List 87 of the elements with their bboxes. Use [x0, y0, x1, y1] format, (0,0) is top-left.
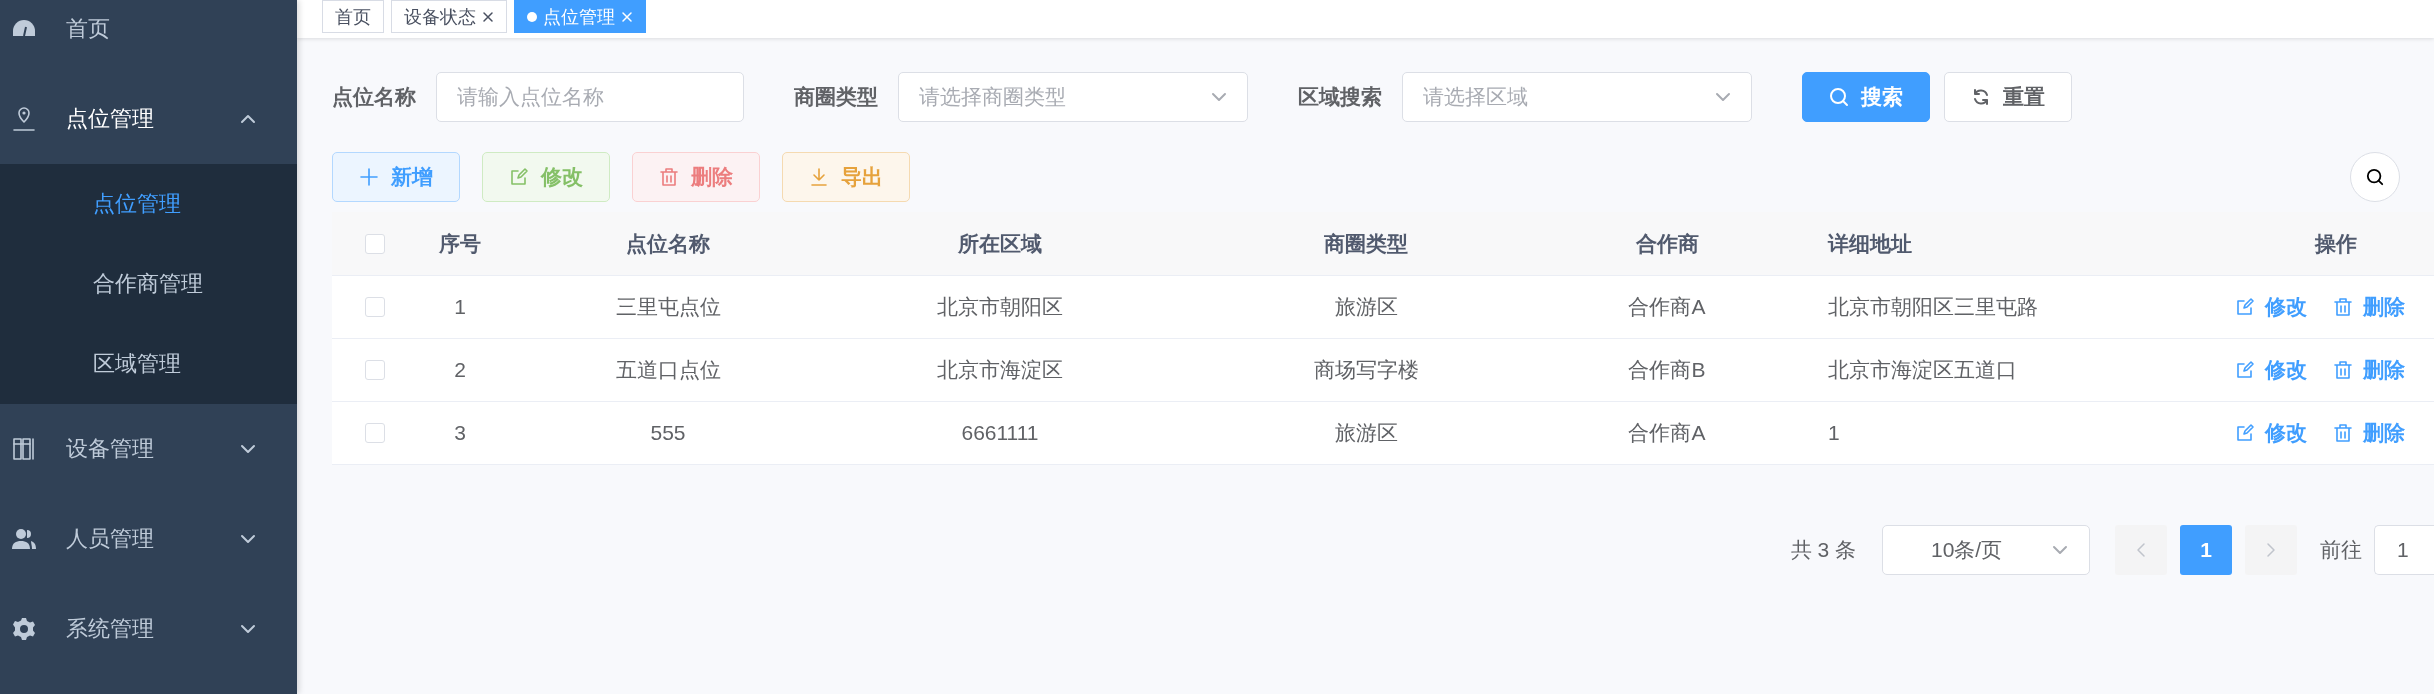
- next-page-button[interactable]: [2245, 525, 2297, 575]
- goto-label: 前往: [2320, 537, 2362, 563]
- people-icon: [12, 528, 36, 550]
- select-field[interactable]: 请选择商圈类型: [898, 72, 1248, 122]
- table-cell-text: 旅游区: [1334, 420, 1398, 446]
- edit-icon: [509, 167, 529, 187]
- edit-icon: [2235, 423, 2255, 443]
- filter-label: 区域搜索: [1298, 84, 1382, 110]
- sidebar-item[interactable]: 设备管理: [0, 404, 297, 494]
- trash-icon: [2333, 360, 2353, 380]
- location-pin-icon: [12, 106, 36, 132]
- sidebar-item[interactable]: 系统管理: [0, 584, 297, 674]
- checkbox[interactable]: [365, 423, 385, 443]
- refresh-icon: [1971, 87, 1991, 107]
- sidebar-item[interactable]: 人员管理: [0, 494, 297, 584]
- checkbox[interactable]: [365, 233, 385, 254]
- table-cell: 555: [650, 421, 686, 445]
- gear-icon: [12, 617, 36, 641]
- page-size-select[interactable]: 10条/页: [1882, 525, 2090, 575]
- table-cell-text: 旅游区: [1334, 294, 1398, 320]
- active-dot-icon: [527, 11, 537, 22]
- submenu-item[interactable]: 点位管理: [0, 164, 297, 244]
- action-link[interactable]: 修改: [2235, 293, 2307, 321]
- search-toggle-button[interactable]: [2350, 152, 2400, 202]
- table-cell-text: 合作商B: [1628, 357, 1706, 383]
- tab-label: 点位管理: [543, 5, 615, 29]
- filter-label: 商圈类型: [794, 84, 878, 110]
- column-header: 序号: [439, 230, 481, 257]
- search-icon: [1829, 87, 1849, 107]
- table-cell-text: 三里屯点位: [615, 294, 721, 320]
- column-header: 详细地址: [1826, 230, 1912, 257]
- table-cell-text: 五道口点位: [615, 357, 721, 383]
- reset-button[interactable]: 重置: [1944, 72, 2072, 122]
- plus-icon: [359, 167, 379, 187]
- toolbar-button[interactable]: 新增: [332, 152, 460, 202]
- sidebar-item[interactable]: 首页: [0, 0, 297, 74]
- action-link[interactable]: 删除: [2333, 293, 2405, 321]
- table-cell-text: 北京市朝阳区三里屯路: [1827, 294, 2038, 320]
- sidebar-item[interactable]: 点位管理: [0, 74, 297, 164]
- edit-icon: [2235, 297, 2255, 317]
- table-cell-text: 商场写字楼: [1313, 357, 1419, 383]
- goto-page-field[interactable]: 1: [2374, 525, 2434, 575]
- tab-label: 首页: [335, 5, 371, 29]
- table-cell-text: 北京市朝阳区: [937, 294, 1063, 320]
- trash-icon: [2333, 297, 2353, 317]
- table-cell-text: 1: [1827, 421, 1840, 445]
- action-link[interactable]: 修改: [2235, 356, 2307, 384]
- filter-label: 点位名称: [332, 84, 416, 110]
- table-cell-text: 北京市海淀区五道口: [1827, 357, 2017, 383]
- chevron-right-icon: [2265, 542, 2277, 558]
- column-header: 商圈类型: [1324, 230, 1408, 257]
- trash-icon: [2333, 423, 2353, 443]
- column-header: 合作商: [1635, 230, 1699, 257]
- tab-label: 设备状态: [404, 5, 476, 29]
- download-icon: [809, 167, 829, 187]
- page-number[interactable]: 1: [2180, 525, 2232, 575]
- submenu-item[interactable]: 区域管理: [0, 324, 297, 404]
- action-link[interactable]: 删除: [2333, 356, 2405, 384]
- table-cell: 1: [454, 295, 466, 319]
- column-header: 操作: [2315, 230, 2357, 257]
- tab[interactable]: 设备状态: [391, 0, 507, 33]
- table-cell: 2: [454, 358, 466, 382]
- table-cell-text: 北京市海淀区: [937, 357, 1063, 383]
- select-field[interactable]: 请选择区域: [1402, 72, 1752, 122]
- chevron-left-icon: [2135, 542, 2147, 558]
- tab[interactable]: 点位管理: [514, 0, 646, 33]
- search-icon: [2366, 168, 2384, 186]
- action-link[interactable]: 删除: [2333, 419, 2405, 447]
- search-button[interactable]: 搜索: [1802, 72, 1930, 122]
- tab[interactable]: 首页: [322, 0, 384, 33]
- table-cell: 3: [454, 421, 466, 445]
- total-count: 共 3 条: [1790, 537, 1856, 563]
- column-header: 点位名称: [626, 230, 710, 257]
- table-cell-text: 合作商A: [1628, 294, 1706, 320]
- input-field[interactable]: 请输入点位名称: [436, 72, 744, 122]
- edit-icon: [2235, 360, 2255, 380]
- column-header: 所在区域: [958, 230, 1042, 257]
- close-icon[interactable]: [482, 10, 494, 23]
- prev-page-button[interactable]: [2115, 525, 2167, 575]
- action-link[interactable]: 修改: [2235, 419, 2307, 447]
- checkbox[interactable]: [365, 297, 385, 317]
- submenu-item[interactable]: 合作商管理: [0, 244, 297, 324]
- table-cell: 6661111: [961, 421, 1039, 445]
- table-cell-text: 合作商A: [1628, 420, 1706, 446]
- trash-icon: [659, 167, 679, 187]
- checkbox[interactable]: [365, 360, 385, 380]
- cabinet-icon: [12, 437, 36, 461]
